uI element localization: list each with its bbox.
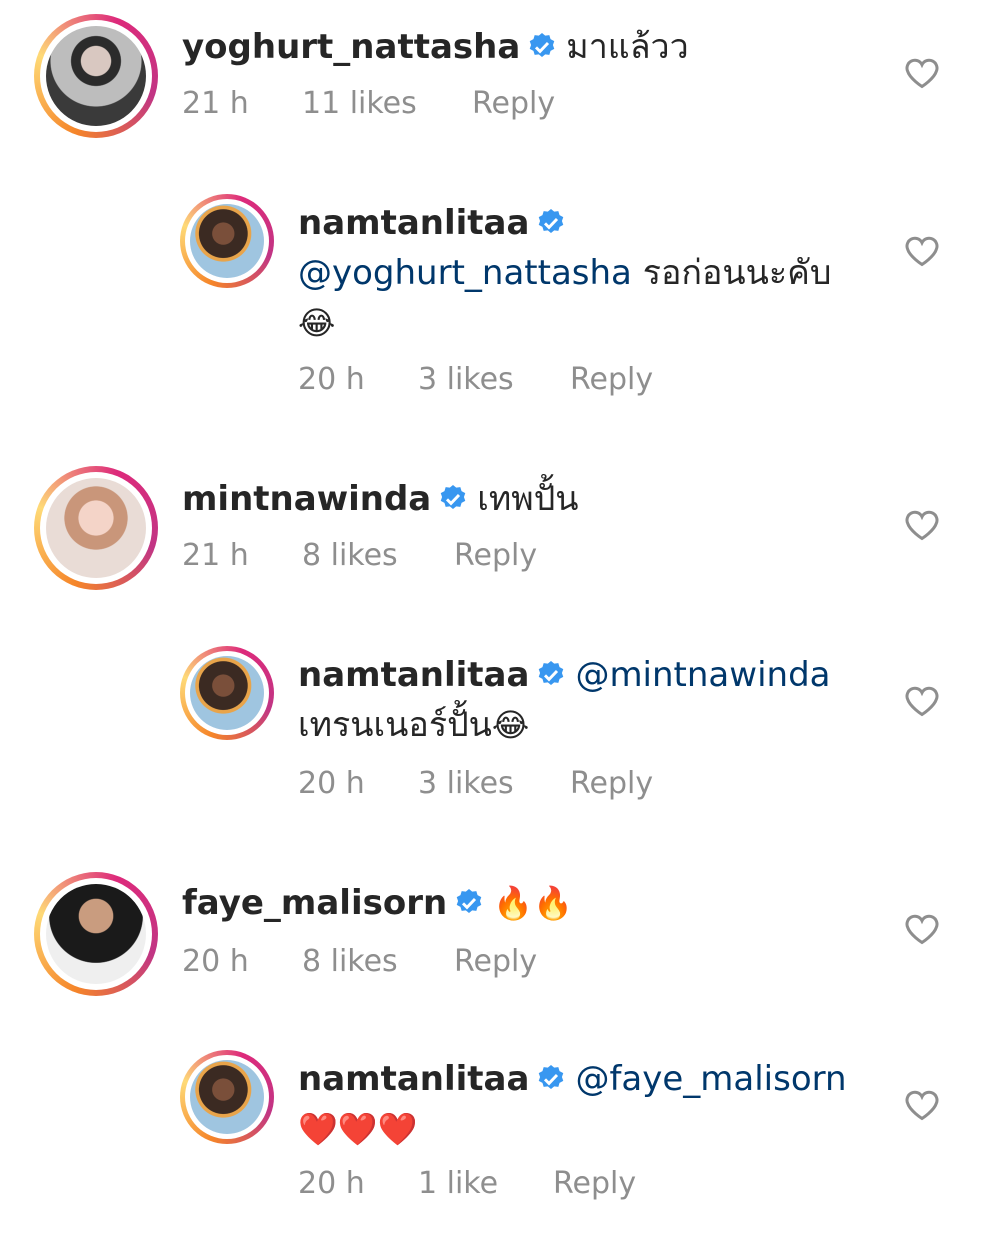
likes-count[interactable]: 8 likes bbox=[302, 944, 454, 979]
reply-button[interactable]: Reply bbox=[570, 362, 653, 397]
comment-text: มาแล้วว bbox=[566, 27, 689, 67]
verified-badge-icon bbox=[440, 485, 466, 509]
likes-count[interactable]: 3 likes bbox=[418, 362, 570, 397]
avatar[interactable] bbox=[190, 204, 264, 278]
avatar[interactable] bbox=[46, 478, 146, 578]
avatar[interactable] bbox=[190, 1060, 264, 1134]
likes-count[interactable]: 3 likes bbox=[418, 766, 570, 801]
likes-count[interactable]: 11 likes bbox=[302, 86, 472, 121]
likes-count[interactable]: 8 likes bbox=[302, 538, 454, 573]
comment-body: namtanlitaa @mintnawinda เทรนเนอร์ปั้น😂 bbox=[298, 650, 878, 750]
comment: mintnawinda เทพปั้น 21 h 8 likes Reply bbox=[0, 452, 1000, 612]
heart-emoji-icon: ❤️❤️❤️ bbox=[298, 1110, 418, 1148]
reply-button[interactable]: Reply bbox=[472, 86, 555, 121]
heart-outline-icon[interactable] bbox=[904, 508, 940, 542]
comment-meta: 20 h 1 like Reply bbox=[298, 1166, 636, 1201]
timestamp: 20 h bbox=[182, 944, 249, 979]
username[interactable]: faye_malisorn bbox=[182, 883, 447, 923]
comment-body: faye_malisorn 🔥🔥 bbox=[182, 878, 882, 928]
comment-body: namtanlitaa @yoghurt_nattasha รอก่อนนะคับ… bbox=[298, 198, 878, 348]
username[interactable]: yoghurt_nattasha bbox=[182, 27, 520, 67]
comment-meta: 21 h 8 likes Reply bbox=[182, 538, 537, 573]
reply-button[interactable]: Reply bbox=[570, 766, 653, 801]
reply-comment: namtanlitaa @faye_malisorn ❤️❤️❤️ 20 h 1 l… bbox=[0, 1036, 1000, 1236]
heart-outline-icon[interactable] bbox=[904, 56, 940, 90]
username[interactable]: namtanlitaa bbox=[298, 1059, 529, 1099]
timestamp: 20 h bbox=[298, 766, 365, 801]
comment-body: namtanlitaa @faye_malisorn ❤️❤️❤️ bbox=[298, 1054, 878, 1154]
mention-link[interactable]: @mintnawinda bbox=[575, 655, 830, 695]
comment-meta: 21 h 11 likes Reply bbox=[182, 86, 555, 121]
heart-outline-icon[interactable] bbox=[904, 912, 940, 946]
comment: faye_malisorn 🔥🔥 20 h 8 likes Reply bbox=[0, 858, 1000, 1018]
verified-badge-icon bbox=[456, 889, 482, 913]
comment-text: เทพปั้น bbox=[477, 479, 579, 519]
heart-outline-icon[interactable] bbox=[904, 234, 940, 268]
reply-button[interactable]: Reply bbox=[454, 944, 537, 979]
comment-text: รอก่อนนะคับ bbox=[642, 253, 832, 293]
verified-badge-icon bbox=[530, 33, 555, 57]
reply-button[interactable]: Reply bbox=[553, 1166, 636, 1201]
verified-badge-icon bbox=[539, 661, 564, 685]
username[interactable]: namtanlitaa bbox=[298, 655, 529, 695]
avatar[interactable] bbox=[46, 884, 146, 984]
comment-body: mintnawinda เทพปั้น bbox=[182, 474, 882, 524]
verified-badge-icon bbox=[539, 1065, 564, 1089]
username[interactable]: mintnawinda bbox=[182, 479, 431, 519]
timestamp: 20 h bbox=[298, 362, 365, 397]
reply-button[interactable]: Reply bbox=[454, 538, 537, 573]
heart-outline-icon[interactable] bbox=[904, 1088, 940, 1122]
comment: yoghurt_nattasha มาแล้วว 21 h 11 likes Re… bbox=[0, 0, 1000, 160]
mention-link[interactable]: @yoghurt_nattasha bbox=[298, 253, 632, 293]
username[interactable]: namtanlitaa bbox=[298, 203, 529, 243]
comment-text: เทรนเนอร์ปั้น bbox=[298, 705, 492, 745]
mention-link[interactable]: @faye_malisorn bbox=[575, 1059, 846, 1099]
reply-comment: namtanlitaa @yoghurt_nattasha รอก่อนนะคับ… bbox=[0, 180, 1000, 430]
comment-meta: 20 h 8 likes Reply bbox=[182, 944, 537, 979]
heart-outline-icon[interactable] bbox=[904, 684, 940, 718]
comment-meta: 20 h 3 likes Reply bbox=[298, 766, 653, 801]
fire-emoji-icon: 🔥🔥 bbox=[493, 884, 573, 922]
verified-badge-icon bbox=[539, 209, 564, 233]
avatar[interactable] bbox=[46, 26, 146, 126]
likes-count[interactable]: 1 like bbox=[418, 1166, 553, 1201]
comment-meta: 20 h 3 likes Reply bbox=[298, 362, 653, 397]
avatar[interactable] bbox=[190, 656, 264, 730]
timestamp: 21 h bbox=[182, 86, 249, 121]
timestamp: 21 h bbox=[182, 538, 249, 573]
laughing-emoji-icon: 😂 bbox=[298, 304, 336, 342]
timestamp: 20 h bbox=[298, 1166, 365, 1201]
reply-comment: namtanlitaa @mintnawinda เทรนเนอร์ปั้น😂 20… bbox=[0, 632, 1000, 832]
laughing-emoji-icon: 😂 bbox=[491, 706, 530, 744]
comment-body: yoghurt_nattasha มาแล้วว bbox=[182, 22, 882, 72]
